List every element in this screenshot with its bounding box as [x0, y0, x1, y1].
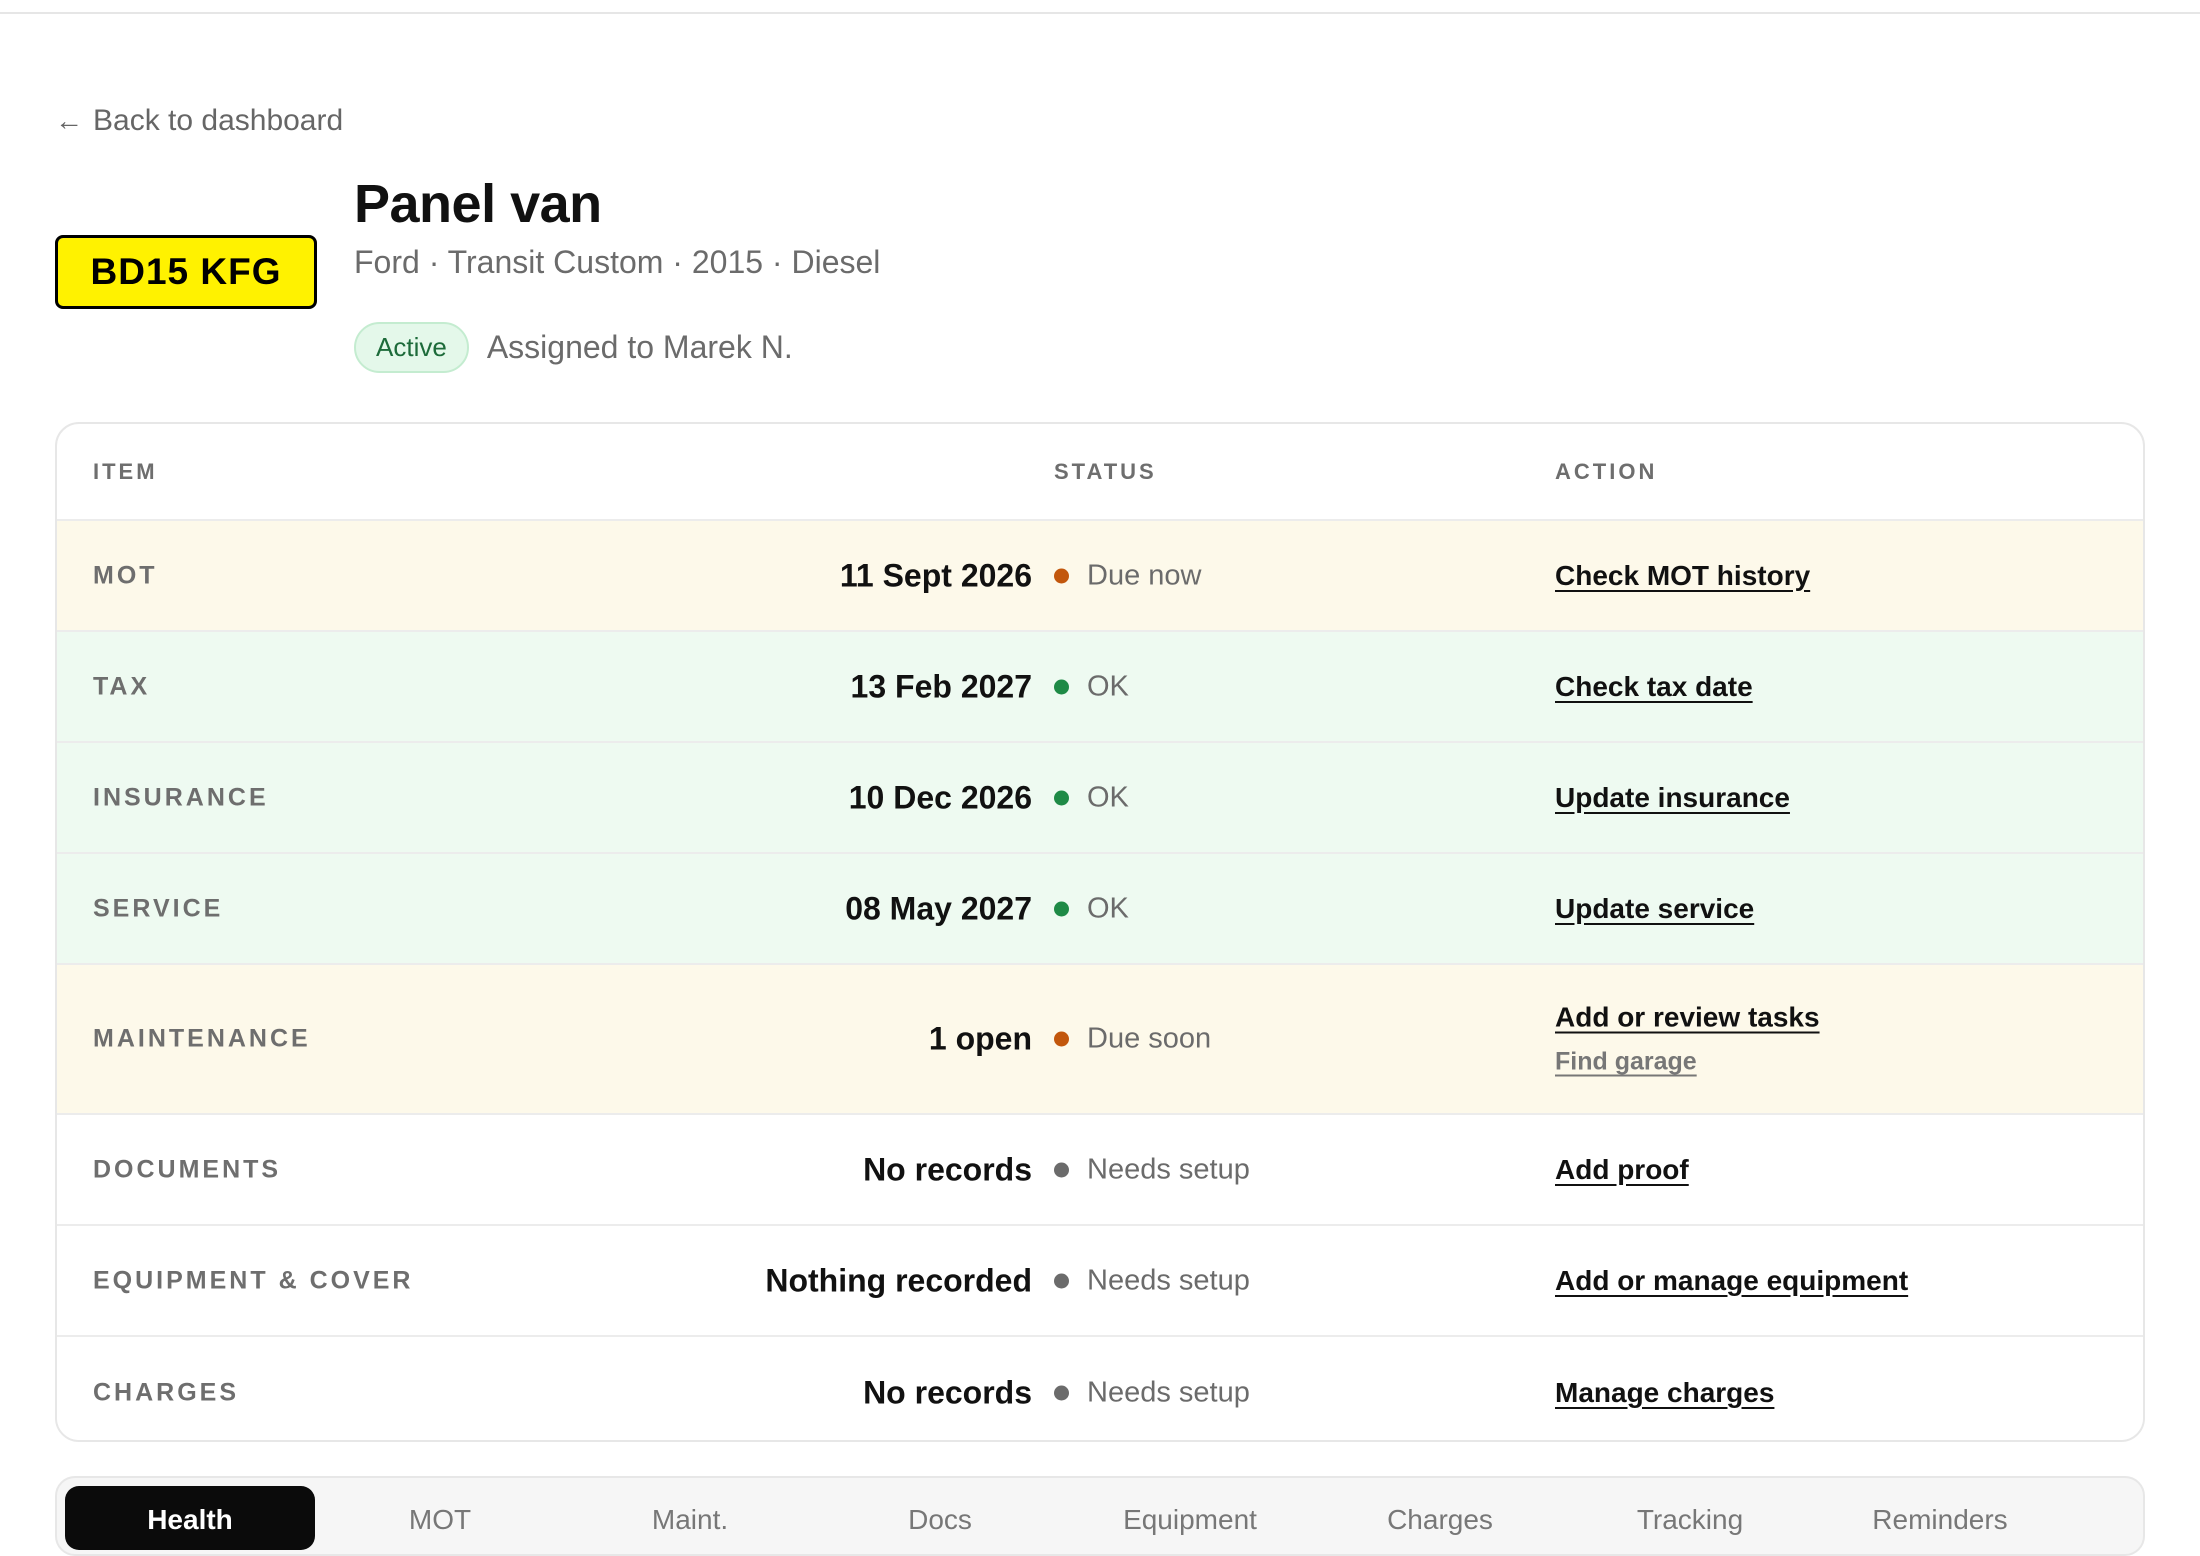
tab-reminders[interactable]: Reminders [1815, 1486, 2065, 1550]
row-item-label: CHARGES [93, 1378, 240, 1406]
table-row-maintenance: MAINTENANCE 1 open Due soon Add or revie… [57, 965, 2143, 1115]
table-row-documents: DOCUMENTS No records Needs setup Add pro… [57, 1115, 2143, 1226]
row-status: OK [1054, 781, 1129, 814]
row-status: Needs setup [1054, 1153, 1250, 1186]
vehicle-detail-page: ← Back to dashboard BD15 KFG Panel van F… [55, 0, 2145, 1556]
vehicle-health-table: ITEM STATUS ACTION MOT 11 Sept 2026 Due … [55, 422, 2145, 1442]
vehicle-status-row: Active Assigned to Marek N. [354, 322, 793, 373]
row-status-text: Due soon [1087, 1022, 1212, 1055]
row-value: 08 May 2027 [845, 890, 1032, 926]
row-status-text: Due now [1087, 559, 1202, 591]
assigned-driver: Assigned to Marek N. [486, 329, 793, 365]
row-actions: Manage charges [1555, 1377, 1774, 1409]
table-row-equipment: EQUIPMENT & COVER Nothing recorded Needs… [57, 1226, 2143, 1337]
row-item-label: INSURANCE [93, 783, 269, 811]
add-proof-link[interactable]: Add proof [1555, 1154, 1689, 1186]
update-service-link[interactable]: Update service [1555, 893, 1754, 925]
tab-maint[interactable]: Maint. [565, 1486, 815, 1550]
page-title: Panel van [354, 174, 602, 234]
row-item-label: MOT [93, 561, 158, 589]
manage-charges-link[interactable]: Manage charges [1555, 1377, 1774, 1409]
row-value: 10 Dec 2026 [848, 779, 1032, 815]
arrow-left-icon: ← [55, 105, 83, 136]
row-value: No records [863, 1374, 1032, 1410]
add-or-review-tasks-link[interactable]: Add or review tasks [1555, 1002, 1820, 1034]
status-dot-icon [1054, 790, 1069, 805]
row-status-text: OK [1087, 670, 1129, 702]
row-actions: Update service [1555, 893, 1754, 925]
tab-charges[interactable]: Charges [1315, 1486, 1565, 1550]
row-status-text: Needs setup [1087, 1264, 1250, 1296]
status-dot-icon [1054, 1031, 1069, 1047]
row-value: No records [863, 1151, 1032, 1187]
row-status: Due now [1054, 559, 1201, 592]
row-actions: Check tax date [1555, 671, 1753, 703]
column-header-action: ACTION [1555, 458, 1658, 484]
row-value: 1 open [928, 1020, 1032, 1057]
row-actions: Add proof [1555, 1154, 1689, 1186]
table-row-service: SERVICE 08 May 2027 OK Update service [57, 854, 2143, 965]
table-row-charges: CHARGES No records Needs setup Manage ch… [57, 1337, 2143, 1440]
tab-health[interactable]: Health [65, 1486, 315, 1550]
row-actions: Add or review tasks Find garage [1555, 1002, 1820, 1077]
add-or-manage-equipment-link[interactable]: Add or manage equipment [1555, 1265, 1908, 1297]
row-status-text: Needs setup [1087, 1153, 1250, 1185]
vehicle-subtitle: Ford · Transit Custom · 2015 · Diesel [354, 244, 881, 280]
check-mot-history-link[interactable]: Check MOT history [1555, 560, 1810, 592]
row-item-label: EQUIPMENT & COVER [93, 1266, 414, 1294]
row-actions: Check MOT history [1555, 560, 1810, 592]
row-status-text: Needs setup [1087, 1376, 1250, 1408]
row-status-text: OK [1087, 892, 1129, 924]
status-dot-icon [1054, 568, 1069, 583]
status-badge: Active [354, 322, 469, 373]
row-status: OK [1054, 892, 1129, 925]
status-dot-icon [1054, 679, 1069, 694]
table-row-mot: MOT 11 Sept 2026 Due now Check MOT histo… [57, 521, 2143, 632]
row-item-label: TAX [93, 672, 151, 700]
back-to-dashboard-link[interactable]: ← Back to dashboard [55, 104, 343, 138]
tab-equipment[interactable]: Equipment [1065, 1486, 1315, 1550]
row-status: Needs setup [1054, 1376, 1250, 1409]
row-status: OK [1054, 670, 1129, 703]
row-status: Needs setup [1054, 1264, 1250, 1297]
table-row-insurance: INSURANCE 10 Dec 2026 OK Update insuranc… [57, 743, 2143, 854]
update-insurance-link[interactable]: Update insurance [1555, 782, 1790, 814]
status-dot-icon [1054, 1162, 1069, 1177]
status-dot-icon [1054, 1385, 1069, 1400]
license-plate: BD15 KFG [55, 235, 317, 309]
table-row-tax: TAX 13 Feb 2027 OK Check tax date [57, 632, 2143, 743]
row-status-text: OK [1087, 781, 1129, 813]
row-value: 13 Feb 2027 [850, 668, 1032, 704]
row-status: Due soon [1054, 1023, 1211, 1056]
check-tax-date-link[interactable]: Check tax date [1555, 671, 1753, 703]
tab-docs[interactable]: Docs [815, 1486, 1065, 1550]
row-item-label: SERVICE [93, 894, 224, 922]
row-value: 11 Sept 2026 [839, 557, 1032, 593]
column-header-status: STATUS [1054, 458, 1157, 484]
back-link-label: Back to dashboard [93, 104, 344, 137]
tab-mot[interactable]: MOT [315, 1486, 565, 1550]
tab-tracking[interactable]: Tracking [1565, 1486, 1815, 1550]
row-item-label: DOCUMENTS [93, 1155, 282, 1183]
section-tabs: Health MOT Maint. Docs Equipment Charges… [55, 1476, 2145, 1556]
row-actions: Update insurance [1555, 782, 1790, 814]
column-header-item: ITEM [93, 458, 158, 484]
row-value: Nothing recorded [765, 1262, 1032, 1298]
find-garage-link[interactable]: Find garage [1555, 1048, 1820, 1077]
status-dot-icon [1054, 901, 1069, 916]
table-header: ITEM STATUS ACTION [57, 424, 2143, 521]
status-dot-icon [1054, 1273, 1069, 1288]
row-item-label: MAINTENANCE [93, 1024, 311, 1053]
row-actions: Add or manage equipment [1555, 1265, 1908, 1297]
